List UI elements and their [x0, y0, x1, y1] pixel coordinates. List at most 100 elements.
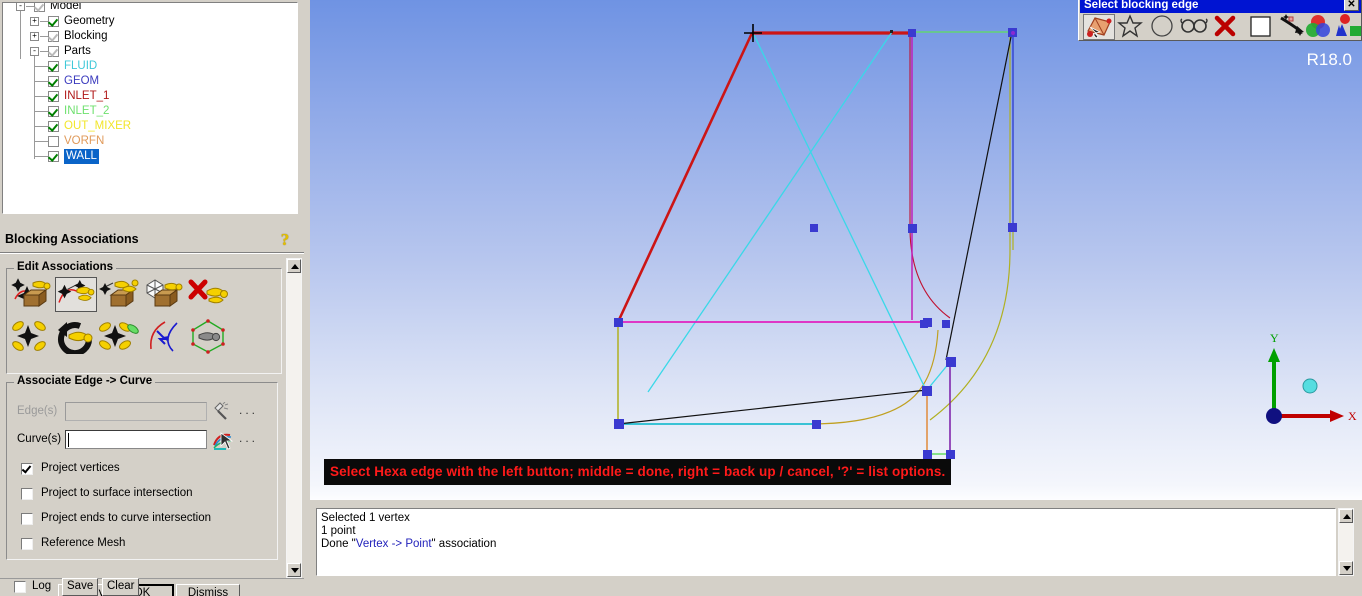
tree-part-out-mixer[interactable]: OUT_MIXER [3, 119, 293, 134]
vertex [810, 224, 818, 232]
tree-toggle-icon[interactable]: + [30, 32, 39, 41]
group-edges-icon[interactable] [11, 319, 53, 354]
tree-part-inlet-1[interactable]: INLET_1 [3, 89, 293, 104]
graphics-viewport[interactable]: R18.0 Select Hexa edge with the left but… [310, 0, 1362, 500]
scrollbar-track[interactable] [287, 273, 301, 565]
tree-connector [40, 36, 48, 37]
scroll-down-button[interactable] [1339, 561, 1353, 575]
tree-node-blocking[interactable]: + Blocking [3, 29, 293, 44]
tree-checkbox[interactable] [34, 3, 45, 12]
select-curves-picker-icon[interactable] [212, 429, 236, 450]
tree-part-inlet-2[interactable]: INLET_2 [3, 104, 293, 119]
checkbox-label: Project ends to curve intersection [41, 512, 212, 524]
tree-node-parts[interactable]: - Parts [3, 44, 293, 59]
associate-face-to-surface-icon[interactable] [99, 277, 141, 312]
save-log-button[interactable]: Save [62, 578, 99, 596]
toolbar-title[interactable]: Select blocking edge [1080, 0, 1361, 13]
checkbox-box[interactable] [21, 488, 33, 500]
model-tree: - Model + Geometry + Blocking - Parts FL… [3, 3, 293, 164]
log-checkbox[interactable] [14, 581, 26, 593]
select-edges-picker-icon[interactable] [212, 401, 236, 422]
update-associations-icon[interactable] [187, 319, 229, 354]
select-box-icon[interactable] [1245, 14, 1277, 40]
icon-row-1 [11, 277, 271, 313]
checkbox-box[interactable] [21, 513, 33, 525]
tree-toggle-icon[interactable]: - [30, 47, 39, 56]
vertex [923, 450, 932, 459]
tree-toggle-icon[interactable]: - [16, 3, 25, 11]
tree-checkbox[interactable] [48, 106, 59, 117]
tree-node-label: Parts [64, 45, 91, 57]
tree-checkbox[interactable] [48, 136, 59, 147]
close-icon[interactable]: ✕ [1344, 0, 1359, 11]
scroll-down-button[interactable] [287, 563, 301, 577]
message-log[interactable]: Selected 1 vertex 1 point Done "Vertex -… [316, 508, 1336, 576]
tree-checkbox[interactable] [48, 31, 59, 42]
tree-part-geom[interactable]: GEOM [3, 74, 293, 89]
block-edge-red-left [616, 32, 754, 323]
chevron-up-icon [291, 264, 299, 269]
cancel-selection-icon[interactable] [1211, 14, 1243, 40]
dismiss-button[interactable]: Dismiss [176, 584, 240, 596]
vertex [942, 320, 950, 328]
tree-checkbox[interactable] [48, 151, 59, 162]
select-all-appropriate-icon[interactable] [1115, 14, 1147, 40]
geometry-curve [929, 32, 1011, 421]
scrollbar-track[interactable] [1339, 523, 1353, 563]
curve-input[interactable] [65, 430, 207, 449]
prompt-message-bar: Select Hexa edge with the left button; m… [324, 459, 952, 485]
edge-input[interactable] [65, 402, 207, 421]
tree-toggle-icon[interactable]: + [30, 17, 39, 26]
message-log-scrollbar[interactable] [1338, 508, 1354, 576]
chevron-down-icon [1343, 566, 1351, 571]
panel-title: Blocking Associations [5, 232, 139, 246]
tree-connector [34, 81, 48, 82]
help-icon[interactable]: ? [276, 230, 294, 250]
tree-connector [34, 156, 48, 157]
associate-block-to-volume-icon[interactable] [143, 277, 185, 312]
tree-part-vorfn[interactable]: VORFN [3, 134, 293, 149]
vertex [812, 420, 821, 429]
message-window-area: Selected 1 vertex 1 point Done "Vertex -… [310, 500, 1362, 596]
panel-header: Blocking Associations [0, 228, 304, 253]
tree-checkbox[interactable] [48, 76, 59, 87]
vertex [908, 29, 916, 37]
tree-part-wall[interactable]: WALL [3, 149, 293, 164]
associate-vertex-to-point-icon[interactable] [11, 277, 53, 312]
tree-checkbox[interactable] [48, 121, 59, 132]
snap-project-vertices-icon[interactable] [143, 319, 185, 354]
axis-triad: X Y [1246, 328, 1358, 440]
scroll-up-button[interactable] [1339, 509, 1353, 523]
block-edge-cyan-vertical [647, 31, 893, 393]
disassociate-from-geometry-icon[interactable] [187, 277, 229, 312]
checkbox-box[interactable] [21, 538, 33, 550]
tree-node-model[interactable]: - Model [3, 3, 293, 14]
tree-node-geometry[interactable]: + Geometry [3, 14, 293, 29]
scroll-up-button[interactable] [287, 259, 301, 273]
model-tree-panel[interactable]: - Model + Geometry + Blocking - Parts FL… [2, 2, 298, 214]
tree-checkbox[interactable] [48, 61, 59, 72]
select-visible-glasses-icon[interactable] [1179, 14, 1211, 40]
clear-log-button[interactable]: Clear [102, 578, 140, 596]
blocking-geometry-canvas[interactable] [310, 0, 1362, 500]
tree-part-fluid[interactable]: FLUID [3, 59, 293, 74]
svg-text:Y: Y [1270, 331, 1279, 345]
edge-more-dots[interactable]: ... [239, 403, 258, 417]
log-label: Log [32, 580, 52, 592]
ungroup-break-association-icon[interactable] [99, 319, 141, 354]
panel-scrollbar[interactable] [286, 258, 302, 578]
select-blocking-edge-icon[interactable] [1083, 14, 1115, 40]
select-blocking-edge-toolbar[interactable]: Select blocking edge ✕ [1078, 0, 1362, 41]
tree-checkbox[interactable] [48, 16, 59, 27]
tree-checkbox[interactable] [48, 46, 59, 57]
select-items-in-part-icon[interactable] [1333, 14, 1362, 40]
curve-more-dots[interactable]: ... [239, 431, 258, 445]
tree-checkbox[interactable] [48, 91, 59, 102]
svg-text:X: X [1348, 409, 1357, 423]
checkbox-box[interactable] [21, 463, 33, 475]
edge-tick [890, 30, 893, 33]
select-circle-icon[interactable] [1147, 14, 1179, 40]
associate-edge-to-curve-icon[interactable] [55, 277, 97, 312]
select-by-part-icon[interactable] [1303, 14, 1335, 40]
reset-associations-icon[interactable] [55, 319, 97, 357]
